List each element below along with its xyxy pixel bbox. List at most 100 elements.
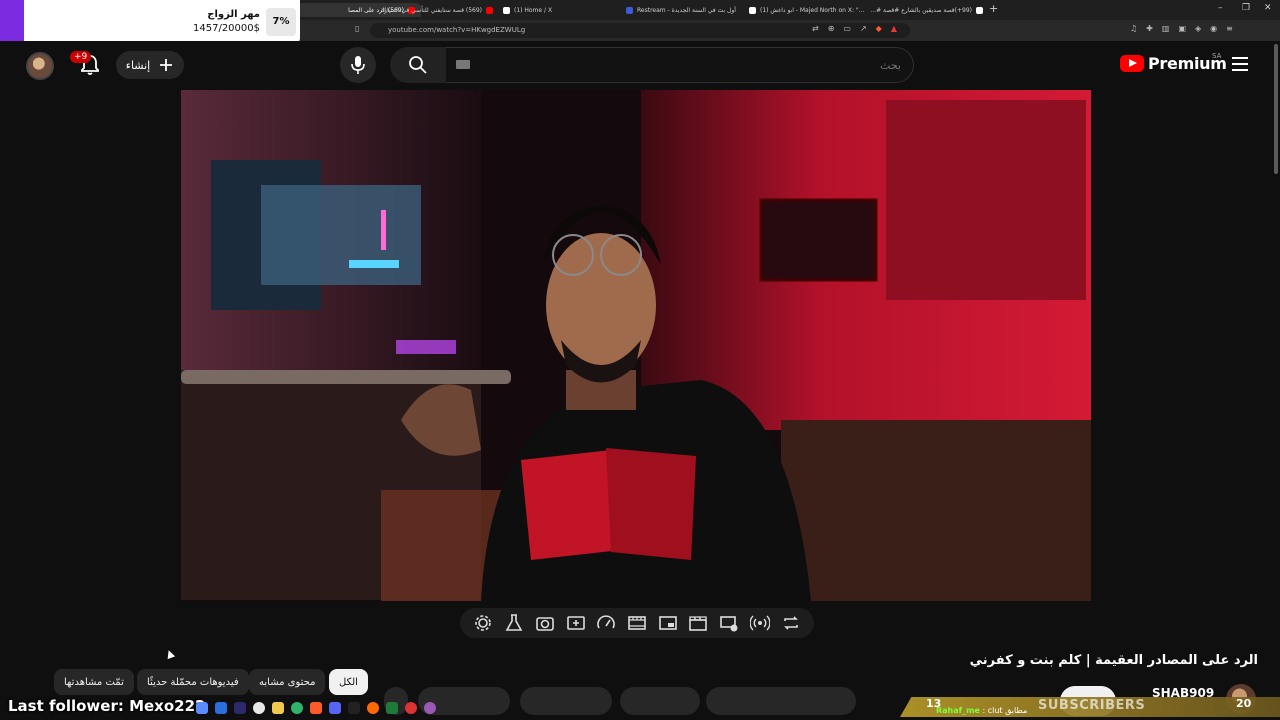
- address-actions: ⇄ ⊕ ▭ ↗ ◆ ▲: [812, 24, 897, 33]
- capcut-icon[interactable]: [348, 702, 360, 714]
- broadcast-icon[interactable]: [749, 613, 770, 633]
- add-clip-icon[interactable]: [566, 613, 586, 633]
- chip-all[interactable]: الكل: [329, 669, 368, 695]
- zoom-icon[interactable]: ⊕: [828, 24, 835, 33]
- tab-label: (99+)قصة صديقين بالشارع #قصة #...: [870, 6, 972, 14]
- subscriber-goal-target: 20: [1236, 697, 1252, 710]
- brave-icon[interactable]: [310, 702, 322, 714]
- bookmark-icon[interactable]: ▯: [355, 24, 359, 33]
- plus-icon: [160, 59, 173, 71]
- donation-progress-bar: [0, 0, 24, 44]
- search-button[interactable]: [390, 47, 446, 83]
- page-scrollbar[interactable]: [1274, 44, 1278, 174]
- browser-tab[interactable]: (569) قصة ستايفني للتأسي في السيارة: [374, 3, 499, 17]
- beaker-icon[interactable]: [504, 613, 524, 633]
- hamburger-menu-icon[interactable]: [1232, 57, 1248, 71]
- x-favicon-icon: [749, 6, 756, 14]
- excel-icon[interactable]: [386, 702, 398, 714]
- browser-tab[interactable]: (99+)قصة صديقين بالشارع #قصة #...: [864, 3, 989, 17]
- subscriber-goal-label: SUBSCRIBERS: [1038, 698, 1146, 713]
- new-tab-button[interactable]: +: [989, 2, 998, 15]
- chrome-icon[interactable]: [253, 702, 265, 714]
- create-label: إنشاء: [125, 58, 151, 72]
- save-button[interactable]: [520, 687, 612, 715]
- video-player[interactable]: [181, 90, 1091, 601]
- calendar-icon[interactable]: [215, 702, 227, 714]
- media-player-icon[interactable]: [405, 702, 417, 714]
- brave-shield-icon[interactable]: ◆: [876, 24, 882, 33]
- avatar[interactable]: [26, 52, 54, 80]
- filmstrip-icon[interactable]: [627, 613, 647, 633]
- premiere-icon[interactable]: [234, 702, 246, 714]
- voice-search-button[interactable]: [340, 47, 376, 83]
- wallet-icon[interactable]: ▣: [1178, 24, 1186, 33]
- tab-label: (1) ابو داغش - Majed North on X: "...: [760, 6, 865, 14]
- close-icon[interactable]: ✕: [1264, 3, 1272, 13]
- clapper-icon[interactable]: [688, 613, 708, 633]
- picture-in-picture-icon[interactable]: [658, 613, 678, 633]
- browser-tab[interactable]: (1) Home / X: [497, 3, 622, 17]
- loop-icon[interactable]: [781, 613, 801, 633]
- mouse-cursor: [164, 648, 176, 660]
- restore-icon[interactable]: ❐: [1242, 3, 1250, 13]
- search-input[interactable]: [446, 48, 913, 82]
- restream-favicon-icon: [626, 6, 633, 14]
- donation-title: مهر الزواج: [207, 9, 260, 20]
- whatsapp-icon[interactable]: [291, 702, 303, 714]
- share-icon[interactable]: ↗: [860, 24, 867, 33]
- last-follower-overlay: Last follower: Mexo222: [8, 697, 206, 715]
- camera-icon[interactable]: [535, 613, 555, 633]
- menu-dots-icon[interactable]: ≡: [1226, 24, 1233, 33]
- folder-icon[interactable]: [272, 702, 284, 714]
- minimize-icon[interactable]: –: [1218, 3, 1223, 13]
- video-title: الرد على المصادر العقيمة | كلم بنت و كفر…: [969, 653, 1258, 668]
- tab-label: (1) Home / X: [514, 6, 553, 14]
- chat-username: Rahaf_me: [936, 706, 980, 715]
- discord-icon[interactable]: [329, 702, 341, 714]
- keyboard-icon[interactable]: [456, 60, 470, 69]
- extension-icons: ♫ ✚ ▥ ▣ ◈ ◉ ≡: [1130, 24, 1233, 33]
- x-favicon-icon: [503, 6, 510, 14]
- vpn-icon[interactable]: ◈: [1195, 24, 1201, 33]
- youtube-play-icon: [1120, 55, 1144, 72]
- chip-related[interactable]: محتوى مشابه: [249, 669, 326, 695]
- player-tools-bar: [460, 608, 814, 638]
- notifications-badge: +9: [70, 51, 92, 63]
- share-button[interactable]: [620, 687, 700, 715]
- puzzle-icon[interactable]: ✚: [1146, 24, 1153, 33]
- like-dislike-button[interactable]: [706, 687, 856, 715]
- screen-cast-icon[interactable]: [719, 613, 739, 633]
- chat-text: : clut مطابق: [982, 706, 1028, 715]
- browser-tab[interactable]: (1) ابو داغش - Majed North on X: "...: [743, 3, 868, 17]
- donation-percent: 7%: [266, 8, 296, 36]
- search-input-wrapper: [446, 47, 914, 83]
- translate-icon[interactable]: ⇄: [812, 24, 819, 33]
- screen: (569) الرد على المصا (569) قصة ستايفني ل…: [0, 0, 1280, 720]
- country-code: SA: [1212, 52, 1222, 60]
- youtube-favicon-icon: [486, 6, 493, 14]
- chip-watched[interactable]: تمّت مشاهدتها: [54, 669, 134, 695]
- tab-label: Restream - أول بث في السنة الجديدة: [637, 6, 736, 14]
- gear-icon[interactable]: [473, 613, 493, 633]
- donation-amount: 1457/20000$: [193, 23, 260, 34]
- tiktok-favicon-icon: [976, 6, 983, 14]
- music-icon[interactable]: ♫: [1130, 24, 1137, 33]
- youtube-premium-logo[interactable]: Premium: [1120, 54, 1227, 73]
- browser-tab[interactable]: Restream - أول بث في السنة الجديدة: [620, 3, 745, 17]
- url-text: youtube.com/watch?v=HKwgdEZWULg: [388, 26, 526, 34]
- install-icon[interactable]: ▭: [843, 24, 851, 33]
- donation-goal-widget: مهر الزواج 1457/20000$ 7%: [0, 0, 300, 44]
- tab-label: (569) قصة ستايفني للتأسي في السيارة: [380, 6, 482, 14]
- firefox-icon[interactable]: [367, 702, 379, 714]
- profile-icon[interactable]: ◉: [1210, 24, 1217, 33]
- search-icon: [409, 56, 427, 74]
- sidebar-icon[interactable]: ▥: [1162, 24, 1170, 33]
- taskbar: [196, 702, 436, 714]
- chip-recently-uploaded[interactable]: فيديوهات محمّلة حديثًا: [137, 669, 249, 695]
- brave-rewards-icon[interactable]: ▲: [891, 24, 897, 33]
- speed-icon[interactable]: [596, 613, 616, 633]
- copilot-icon[interactable]: [196, 702, 208, 714]
- create-button[interactable]: إنشاء: [116, 51, 184, 79]
- video-frame: [181, 90, 1091, 601]
- obs-icon[interactable]: [424, 702, 436, 714]
